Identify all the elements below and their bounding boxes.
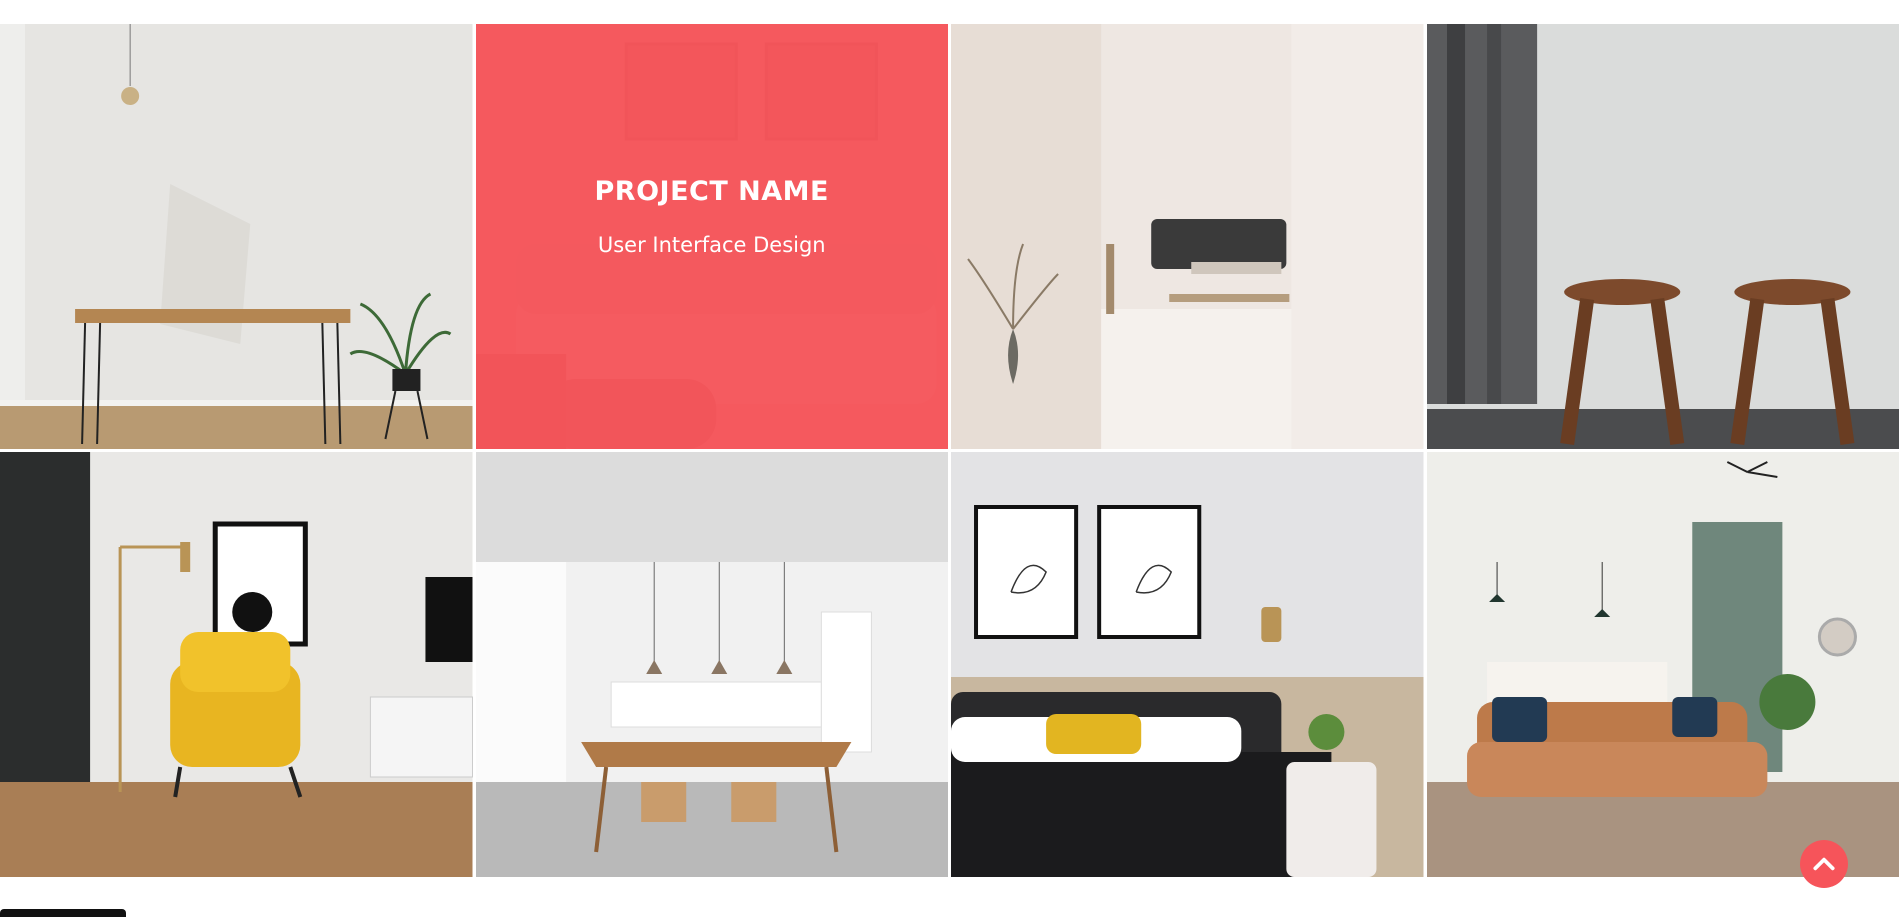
portfolio-item-2[interactable]: PROJECT NAME User Interface Design — [476, 24, 949, 449]
portfolio-item-6[interactable] — [476, 452, 949, 877]
project-name: PROJECT NAME — [595, 176, 829, 207]
portfolio-item-5[interactable] — [0, 452, 473, 877]
photo-stools — [1427, 24, 1899, 449]
portfolio-item-1[interactable] — [0, 24, 473, 449]
photo-minimal-room — [951, 24, 1424, 449]
bottom-tab-edge — [0, 909, 126, 917]
photo-kitchen — [476, 452, 949, 877]
photo-console-table — [0, 24, 473, 449]
portfolio-item-7[interactable] — [951, 452, 1424, 877]
portfolio-item-4[interactable] — [1427, 24, 1899, 449]
photo-bedroom — [951, 452, 1424, 877]
portfolio-grid: PROJECT NAME User Interface Design — [0, 24, 1899, 877]
hover-overlay: PROJECT NAME User Interface Design — [476, 24, 949, 449]
scroll-to-top-button[interactable] — [1800, 840, 1848, 888]
chevron-up-icon — [1811, 851, 1837, 877]
portfolio-item-3[interactable] — [951, 24, 1424, 449]
photo-leather-sofa — [1427, 452, 1899, 877]
project-category: User Interface Design — [598, 233, 826, 257]
portfolio-item-8[interactable] — [1427, 452, 1899, 877]
photo-yellow-armchair — [0, 452, 473, 877]
